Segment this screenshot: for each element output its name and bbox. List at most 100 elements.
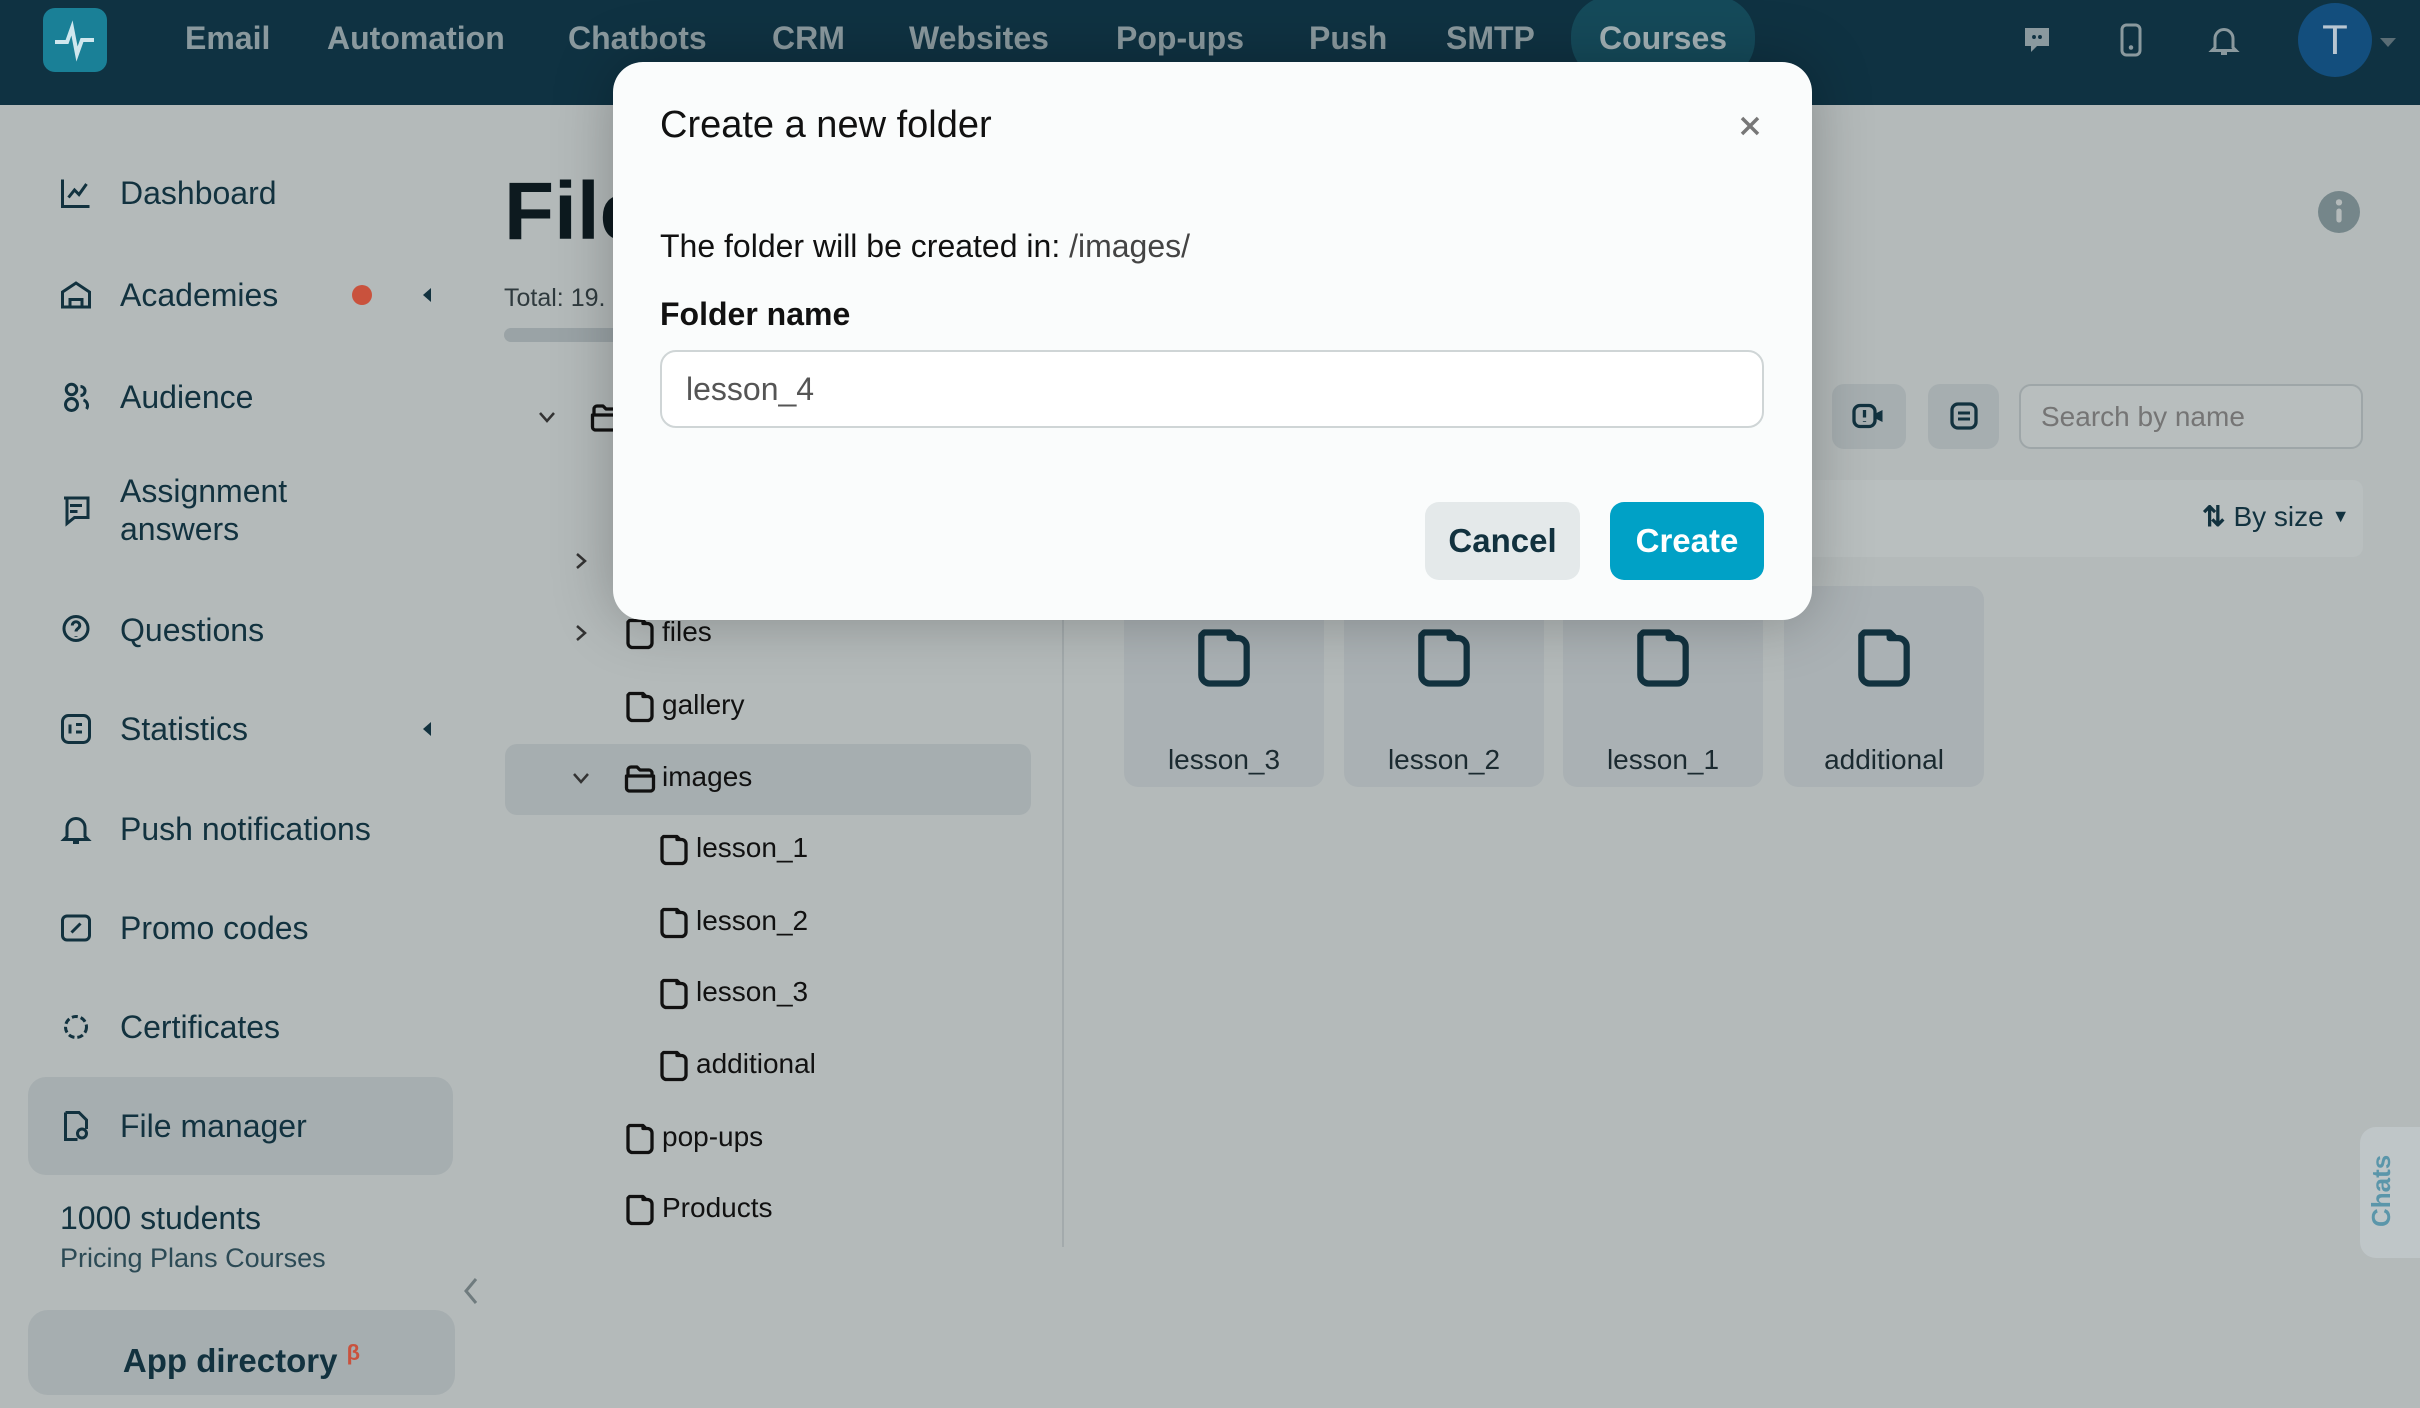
sort-icon: ⇅ [2202,501,2226,532]
bell-icon [60,817,92,844]
sidebar-item-assignment-answers[interactable]: Assignment answers [28,472,453,548]
create-button[interactable]: Create [1610,502,1764,580]
sidebar-item-label: Promo codes [120,910,309,946]
folder-icon [1629,624,1697,692]
chevron-down-icon[interactable] [536,406,558,428]
nav-automation[interactable]: Automation [327,20,505,57]
divider [1062,586,1064,1247]
sidebar-item-audience[interactable]: Audience [28,377,453,417]
folder-icon [656,976,692,1012]
sidebar-item-label: Questions [120,612,265,648]
chevron-down-icon[interactable] [570,767,592,789]
nav-push[interactable]: Push [1309,20,1387,57]
dialog-title: Create a new folder [660,104,992,146]
storage-progress-bar [504,328,624,342]
folder-icon [622,616,658,652]
chevron-right-icon[interactable] [570,550,592,572]
pulse-icon [55,20,94,62]
academy-icon [61,281,91,309]
folder-card-label: lesson_2 [1387,744,1501,775]
tree-item-label: files [662,616,712,647]
mobile-icon[interactable] [2113,22,2149,58]
folder-icon [656,905,692,941]
app-logo[interactable] [43,8,107,72]
folder-icon [622,1121,658,1157]
sidebar-item-label: Dashboard [120,175,277,211]
video-alert-icon [1852,403,1883,429]
nav-crm[interactable]: CRM [772,20,845,57]
statistics-icon [61,714,91,744]
tree-item-label: images [662,761,753,792]
sidebar-item-file-manager[interactable]: File manager [28,1077,453,1175]
tree-item-label: gallery [662,689,745,720]
folder-icon [656,832,692,868]
nav-chatbots[interactable]: Chatbots [568,20,707,57]
nav-websites[interactable]: Websites [909,20,1049,57]
sidebar-item-questions[interactable]: Questions [28,610,453,650]
plan-title[interactable]: 1000 students [60,1200,261,1237]
sidebar-item-label: Certificates [120,1009,281,1045]
sidebar-item-certificates[interactable]: Certificates [28,1007,453,1047]
app-directory-label: App directory [122,1342,338,1379]
folder-icon [622,689,658,725]
close-icon[interactable] [1739,115,1761,137]
folder-card[interactable]: additional [1784,586,1984,787]
video-alert-button[interactable] [1832,384,1906,449]
question-icon [62,615,90,642]
user-avatar[interactable]: T [2298,3,2372,77]
sidebar-item-statistics[interactable]: Statistics [28,709,453,749]
list-view-button[interactable] [1928,384,1999,449]
sidebar-item-push-notifications[interactable]: Push notifications [28,809,453,849]
list-view-icon [1950,402,1978,430]
beta-badge: β [346,1340,361,1365]
bell-icon[interactable] [2206,22,2242,58]
sidebar-item-label: Audience [120,379,254,415]
folder-name-label: Folder name [660,296,851,332]
file-manager-icon [64,1111,88,1141]
app-directory-button[interactable]: App directory β [28,1310,455,1395]
expand-arrow-icon[interactable] [416,288,431,302]
chats-label: Chats [2366,1154,2396,1227]
tree-item-label: lesson_2 [696,905,809,936]
tree-item-label: additional [696,1048,816,1079]
search-input[interactable] [2019,384,2363,449]
collapse-sidebar-icon[interactable] [460,1275,482,1307]
nav-smtp[interactable]: SMTP [1446,20,1535,57]
storage-total: Total: 19. [504,284,606,312]
users-icon [64,382,89,412]
chevron-right-icon[interactable] [570,622,592,644]
assignment-icon [64,496,90,527]
chevron-down-icon[interactable] [2380,38,2396,55]
sidebar-item-label: Academies [120,277,279,313]
tree-item-label: lesson_3 [696,976,809,1007]
chat-icon[interactable] [2019,22,2055,58]
cancel-button[interactable]: Cancel [1425,502,1580,580]
folder-icon [1190,624,1258,692]
expand-arrow-icon[interactable] [416,722,431,736]
folder-open-icon [622,761,658,797]
sort-dropdown[interactable]: ⇅ By size ▼ [2202,500,2350,533]
folder-card-label: additional [1824,744,1944,775]
sidebar-item-dashboard[interactable]: Dashboard [28,173,453,213]
sidebar-item-label: Assignment answers [120,473,288,547]
folder-icon [1410,624,1478,692]
folder-icon [622,1192,658,1228]
plan-subtitle: Pricing Plans Courses [60,1243,326,1273]
tree-item-label: pop-ups [662,1121,764,1152]
percent-icon [61,914,91,942]
certificate-icon [64,1015,88,1039]
sort-label: By size [2233,500,2324,532]
chats-tab[interactable]: Chats [2360,1127,2420,1258]
tree-item-label: Products [662,1192,773,1223]
sidebar-item-academies[interactable]: Academies [28,275,453,315]
sidebar-item-label: Statistics [120,711,249,747]
folder-name-input[interactable] [660,350,1764,428]
nav-email[interactable]: Email [185,20,270,57]
sidebar-item-promo-codes[interactable]: Promo codes [28,908,453,948]
folder-card-label: lesson_3 [1167,744,1281,775]
notification-badge [352,285,372,305]
sidebar-item-label: File manager [120,1108,307,1144]
folder-icon [656,1048,692,1084]
nav-pop-ups[interactable]: Pop-ups [1116,20,1244,57]
info-icon[interactable] [2318,191,2360,233]
